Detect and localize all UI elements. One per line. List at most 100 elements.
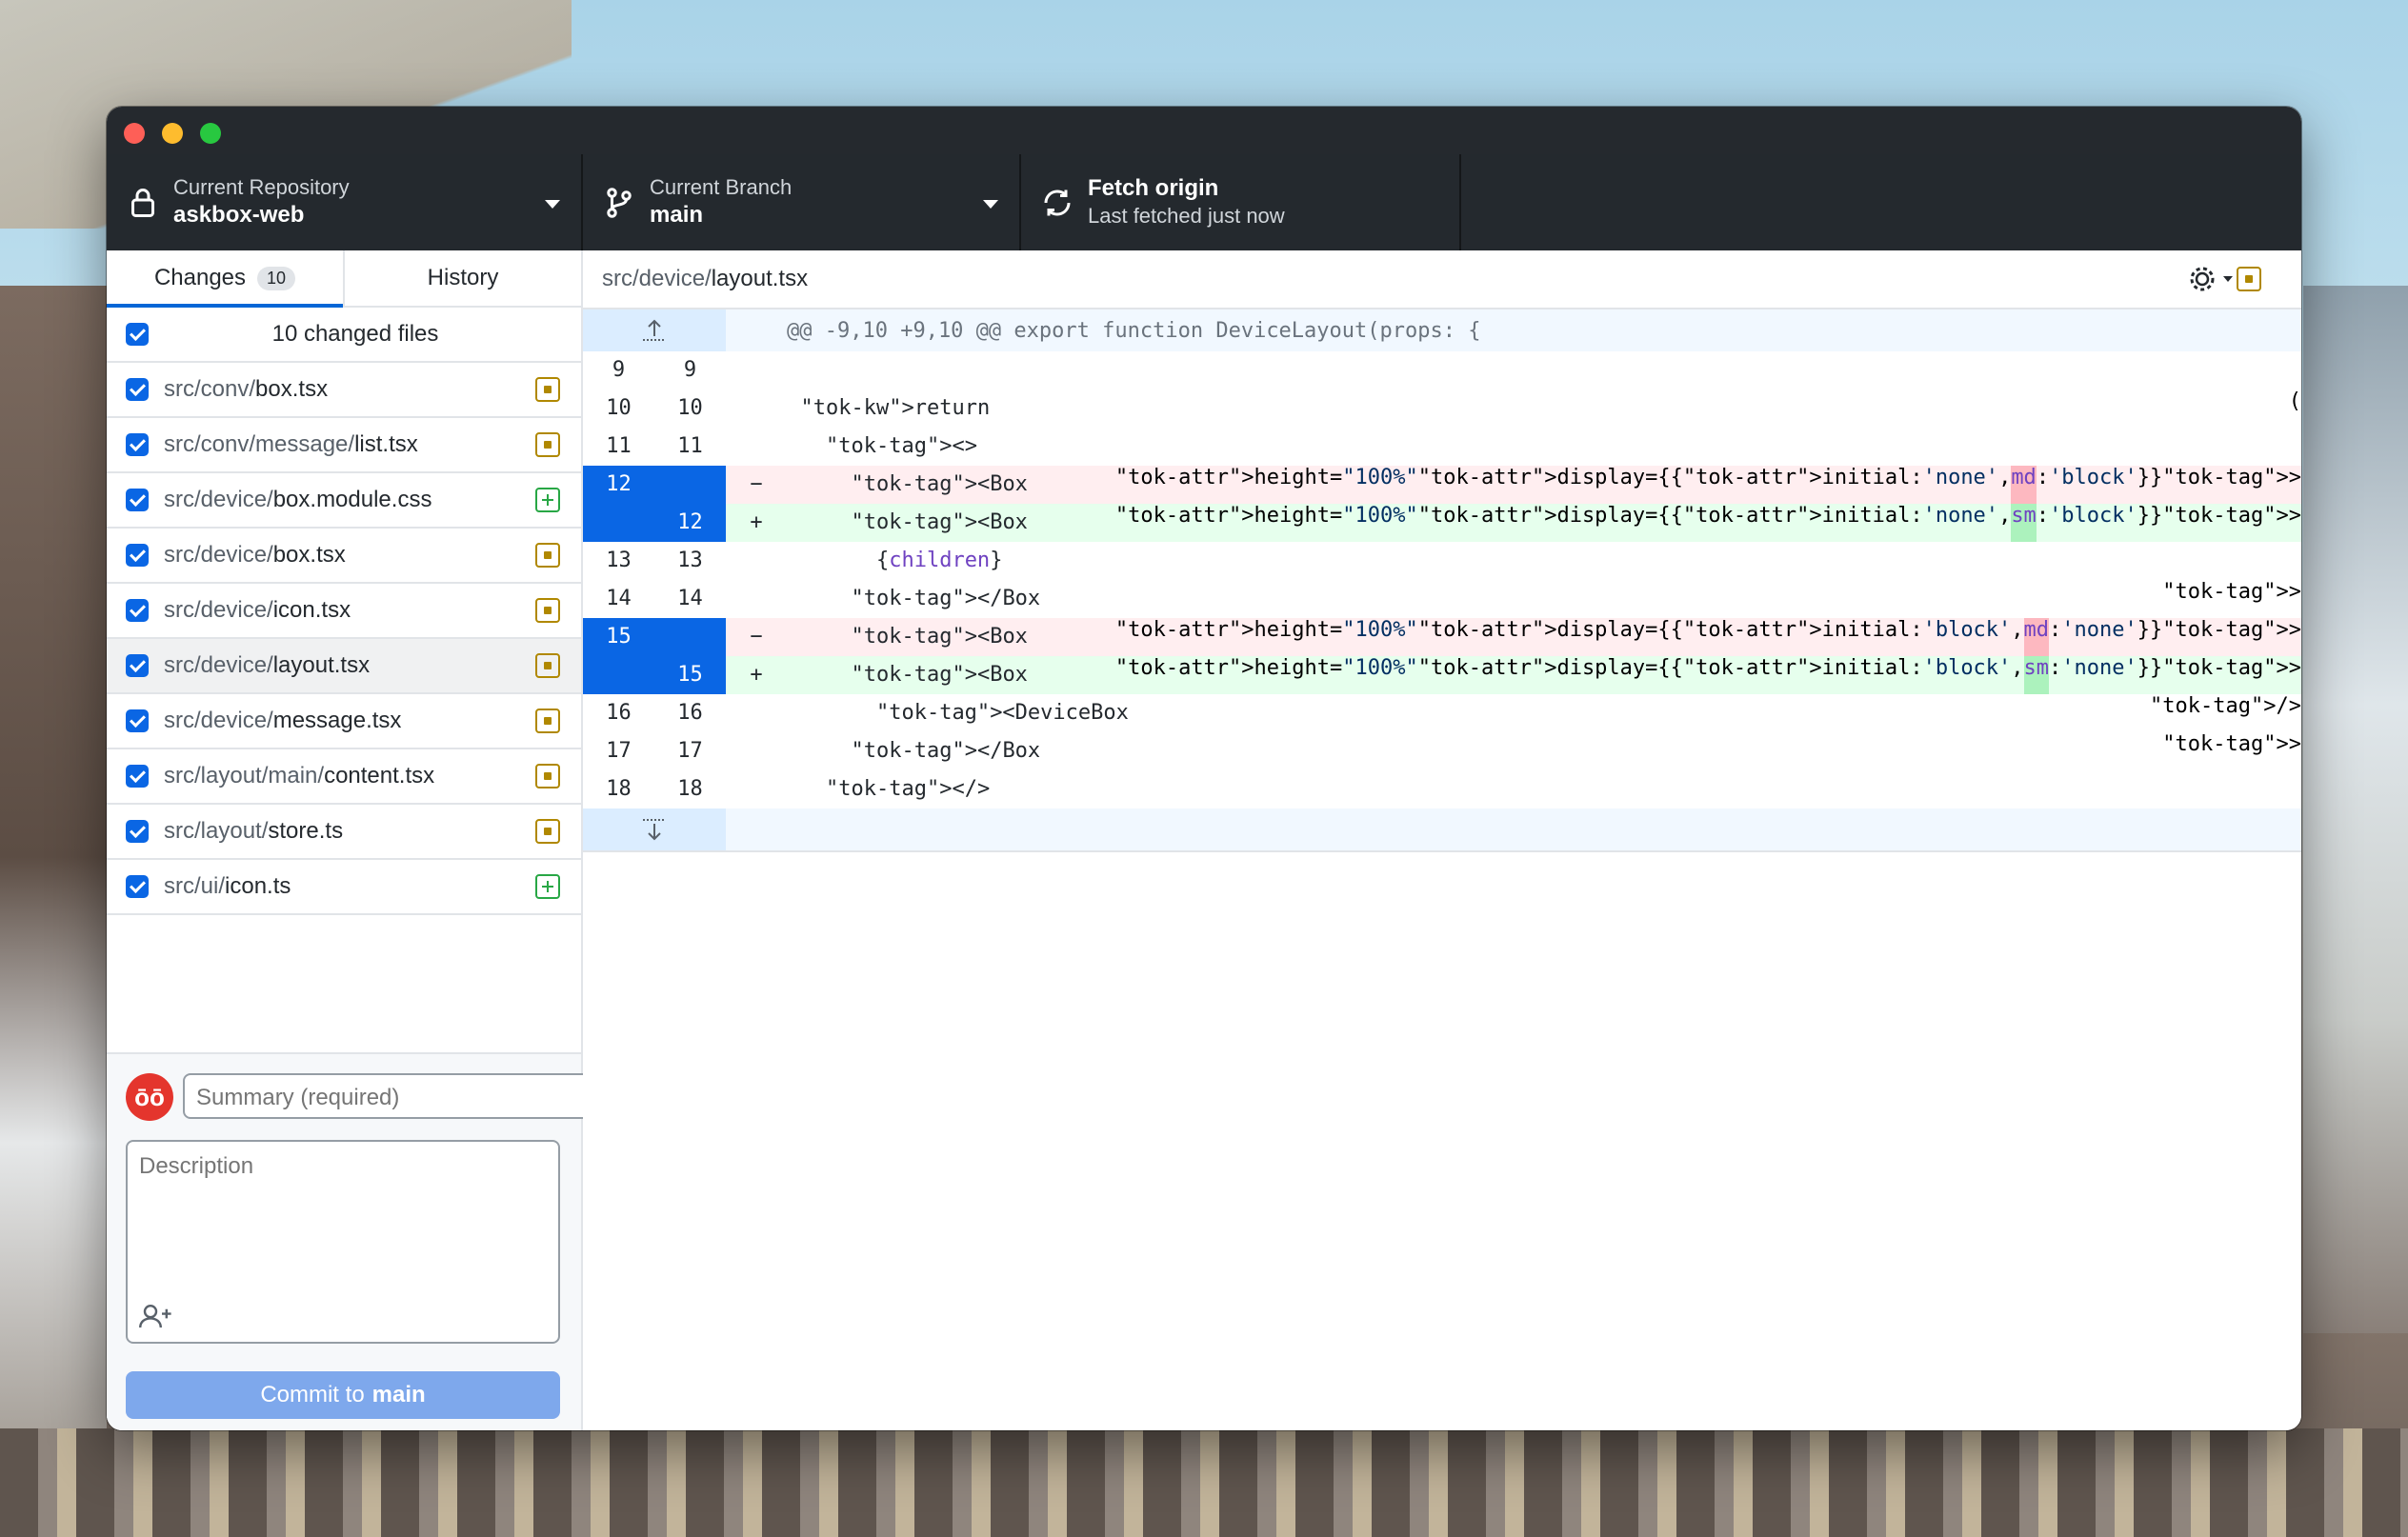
file-row[interactable]: src/device/box.tsx (107, 529, 581, 584)
current-branch-button[interactable]: Current Branch main (583, 154, 1021, 250)
old-line-number[interactable]: 15 (583, 618, 654, 656)
old-line-number[interactable]: 11 (583, 428, 654, 466)
diff-marker (737, 580, 775, 618)
description-field[interactable] (126, 1140, 560, 1344)
fetch-origin-button[interactable]: Fetch origin Last fetched just now (1021, 154, 1461, 250)
file-row[interactable]: src/conv/box.tsx (107, 363, 581, 418)
description-input[interactable] (137, 1151, 541, 1288)
current-repository-button[interactable]: Current Repository askbox-web (107, 154, 583, 250)
file-row[interactable]: src/conv/message/list.tsx (107, 418, 581, 473)
diff-line[interactable]: 17 17 "tok-tag"></Box "tok-tag" >> (583, 732, 2301, 770)
expand-up-button[interactable] (583, 309, 726, 351)
file-checkbox[interactable] (126, 875, 149, 898)
summary-field[interactable] (183, 1073, 606, 1119)
diff-line[interactable]: 15− "tok-tag"><Box "tok-attr" >height= "10… (583, 618, 2301, 656)
old-line-number[interactable]: 16 (583, 694, 654, 732)
new-line-number[interactable]: 18 (654, 770, 726, 808)
summary-input[interactable] (196, 1085, 592, 1111)
add-coauthor-icon[interactable] (139, 1302, 173, 1330)
file-checkbox[interactable] (126, 378, 149, 401)
new-line-number[interactable]: 13 (654, 542, 726, 580)
old-line-number[interactable]: 12 (583, 466, 654, 504)
toolbar: Current Repository askbox-web Current Br… (107, 154, 2301, 250)
file-row[interactable]: src/device/icon.tsx (107, 584, 581, 639)
new-line-number[interactable]: 9 (654, 351, 726, 389)
file-path: src/conv/message/list.tsx (164, 431, 535, 458)
file-row[interactable]: src/device/box.module.css (107, 473, 581, 529)
expand-down-button[interactable] (583, 808, 726, 850)
old-line-number[interactable]: 13 (583, 542, 654, 580)
code-text: "tok-tag"><Box (851, 625, 1028, 649)
file-checkbox[interactable] (126, 599, 149, 622)
diff-path-name: layout.tsx (711, 266, 809, 291)
code-text: "tok-kw">return (775, 389, 2289, 428)
new-line-number[interactable]: 15 (654, 656, 726, 694)
new-line-number[interactable]: 10 (654, 389, 726, 428)
code-text: "tok-tag"><DeviceBox (775, 694, 2151, 732)
file-path: src/ui/icon.ts (164, 873, 535, 900)
diff-marker (737, 732, 775, 770)
file-checkbox[interactable] (126, 820, 149, 843)
select-all-checkbox[interactable] (126, 323, 149, 346)
diff-marker (737, 351, 775, 389)
fetch-status: Last fetched just now (1088, 204, 1285, 228)
branch-name: main (650, 202, 704, 228)
close-window-button[interactable] (124, 123, 145, 144)
diff-marker: + (750, 510, 763, 534)
old-line-number[interactable]: 14 (583, 580, 654, 618)
old-line-number[interactable]: 10 (583, 389, 654, 428)
file-row[interactable]: src/device/message.tsx (107, 694, 581, 749)
diff-line[interactable]: 10 10 "tok-kw">return ( (583, 389, 2301, 428)
old-line-number[interactable] (583, 504, 654, 542)
new-line-number[interactable]: 11 (654, 428, 726, 466)
tab-changes[interactable]: Changes 10 (107, 250, 343, 308)
file-modified-icon (535, 653, 560, 678)
old-line-number[interactable]: 18 (583, 770, 654, 808)
file-checkbox[interactable] (126, 709, 149, 732)
old-line-number[interactable]: 17 (583, 732, 654, 770)
file-row[interactable]: src/layout/main/content.tsx (107, 749, 581, 805)
new-line-number[interactable]: 14 (654, 580, 726, 618)
diff-marker (737, 694, 775, 732)
diff-line[interactable]: 13 13 {children} (583, 542, 2301, 580)
new-line-number[interactable]: 17 (654, 732, 726, 770)
diff-line[interactable]: 99 (583, 351, 2301, 389)
file-checkbox[interactable] (126, 654, 149, 677)
code-text: "tok-tag"></Box (775, 580, 2163, 618)
diff-line[interactable]: 11 11 "tok-tag"><> (583, 428, 2301, 466)
file-name: message.tsx (272, 708, 402, 733)
file-name: icon.ts (225, 873, 291, 899)
zoom-window-button[interactable] (200, 123, 221, 144)
diff-line[interactable]: 18 18 "tok-tag"></> (583, 770, 2301, 808)
file-name: icon.tsx (272, 597, 351, 623)
minimize-window-button[interactable] (162, 123, 183, 144)
file-checkbox[interactable] (126, 544, 149, 567)
new-line-number[interactable] (654, 618, 726, 656)
changes-count-badge: 10 (257, 266, 296, 290)
old-line-number[interactable]: 9 (583, 351, 654, 389)
file-row[interactable]: src/device/layout.tsx (107, 639, 581, 694)
commit-button[interactable]: Commit to main (126, 1371, 560, 1419)
new-line-number[interactable] (654, 466, 726, 504)
old-line-number[interactable] (583, 656, 654, 694)
file-checkbox[interactable] (126, 489, 149, 511)
tab-history[interactable]: History (343, 250, 581, 306)
new-line-number[interactable]: 16 (654, 694, 726, 732)
diff-line[interactable]: 15 + "tok-tag"><Box "tok-attr" >height= "10… (583, 656, 2301, 694)
file-row[interactable]: src/layout/store.ts (107, 805, 581, 860)
gear-icon[interactable] (2187, 262, 2237, 296)
commit-panel: ōō Commit to main (107, 1052, 606, 1430)
code-text: {children} (775, 542, 2301, 580)
file-dir: src/layout/main/ (164, 763, 325, 788)
diff-line[interactable]: 12 + "tok-tag"><Box "tok-attr" >height= "10… (583, 504, 2301, 542)
new-line-number[interactable]: 12 (654, 504, 726, 542)
diff-marker: + (750, 663, 763, 687)
file-checkbox[interactable] (126, 765, 149, 788)
branch-label: Current Branch (650, 175, 793, 199)
diff-line[interactable]: 14 14 "tok-tag"></Box "tok-tag" >> (583, 580, 2301, 618)
diff-line[interactable]: 16 16 "tok-tag"><DeviceBox "tok-tag" >/> (583, 694, 2301, 732)
file-row[interactable]: src/ui/icon.ts (107, 860, 581, 915)
diff-line[interactable]: 12− "tok-tag"><Box "tok-attr" >height= "10… (583, 466, 2301, 504)
code-text: "tok-tag"><Box (851, 472, 1028, 496)
file-checkbox[interactable] (126, 433, 149, 456)
